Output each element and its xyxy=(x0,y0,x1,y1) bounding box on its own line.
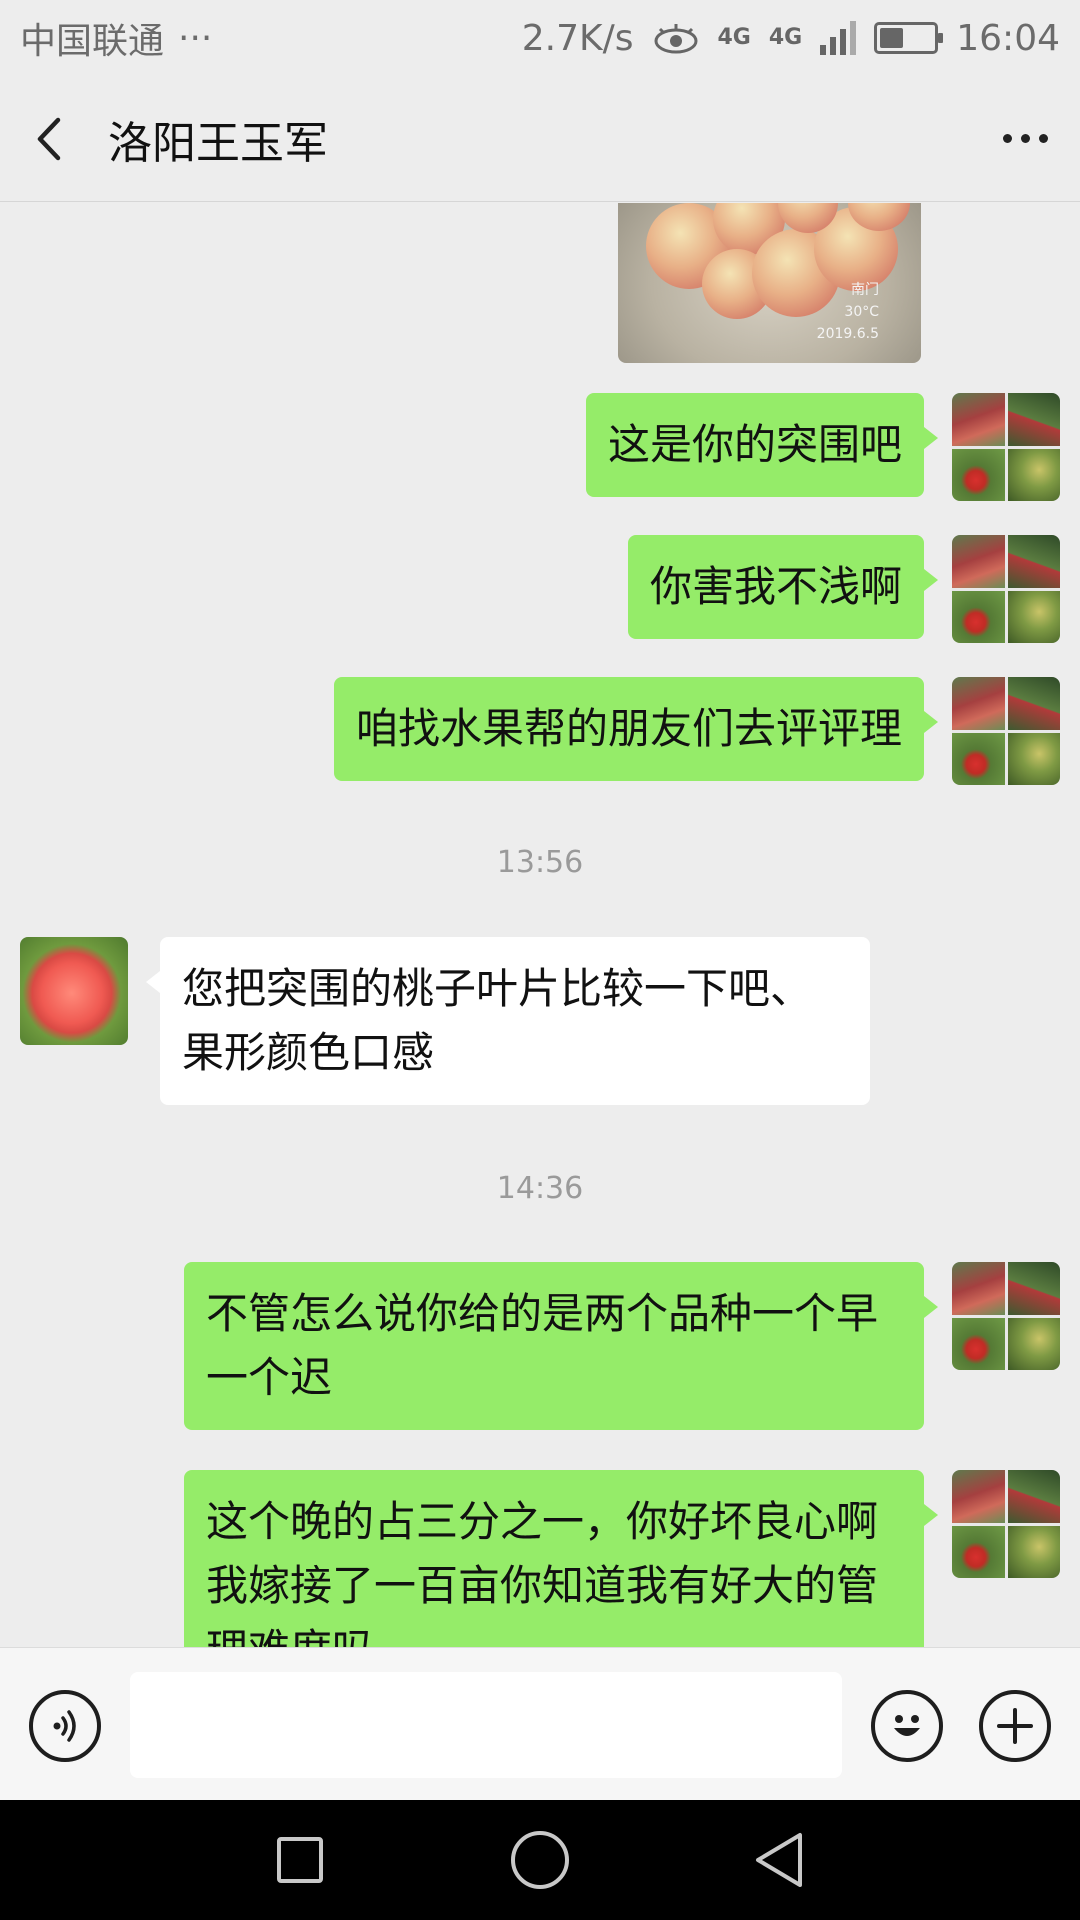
chat-area[interactable]: 南门 30°C 2019.6.5 这是你的突围吧 你害我不浅啊 咱找水果帮的朋友… xyxy=(0,203,1080,1647)
my-avatar[interactable] xyxy=(952,1470,1060,1578)
watermark-place: 南门 xyxy=(851,282,879,298)
message-bubble-sent[interactable]: 你害我不浅啊 xyxy=(627,535,939,639)
system-nav-bar xyxy=(0,1800,1080,1920)
clock: 16:04 xyxy=(956,17,1060,59)
timestamp: 14:36 xyxy=(496,1171,584,1206)
my-avatar[interactable] xyxy=(952,1262,1060,1370)
recent-apps-button[interactable] xyxy=(220,1800,380,1920)
back-button[interactable] xyxy=(0,76,100,202)
network-type: 4G xyxy=(717,25,751,50)
carrier-name: 中国联通 xyxy=(20,21,165,62)
emoji-button[interactable] xyxy=(871,1690,943,1762)
battery-level xyxy=(880,28,904,48)
photo-watermark: 南门 30°C 2019.6.5 xyxy=(817,279,879,345)
back-triangle-icon xyxy=(756,1833,802,1887)
emoji-icon xyxy=(894,1715,920,1736)
more-dot xyxy=(1038,134,1048,143)
home-icon xyxy=(511,1831,569,1889)
net-speed: 2.7K/s xyxy=(521,17,634,59)
battery-icon xyxy=(874,22,944,54)
my-avatar[interactable] xyxy=(952,535,1060,643)
timestamp: 13:56 xyxy=(496,845,584,880)
chevron-left-icon xyxy=(37,117,61,160)
photo-message[interactable]: 南门 30°C 2019.6.5 xyxy=(618,203,921,363)
home-button[interactable] xyxy=(460,1800,620,1920)
message-input[interactable] xyxy=(130,1672,842,1778)
voice-button[interactable] xyxy=(29,1690,101,1762)
status-bar: 中国联通 ··· 2.7K/s 4G 4G 16:04 xyxy=(0,0,1080,76)
watermark-date: 2019.6.5 xyxy=(816,326,879,342)
my-avatar[interactable] xyxy=(952,677,1060,785)
more-dot xyxy=(1020,134,1030,143)
input-bar xyxy=(0,1647,1080,1800)
voice-icon xyxy=(53,1710,76,1742)
plus-icon xyxy=(997,1708,1033,1744)
plus-button[interactable] xyxy=(979,1690,1051,1762)
signal-icon xyxy=(820,21,857,55)
watermark-temp: 30°C xyxy=(844,304,879,320)
more-dot xyxy=(1002,134,1012,143)
recent-apps-icon xyxy=(277,1837,323,1883)
network-type-secondary: 4G xyxy=(768,25,803,50)
message-bubble-sent[interactable]: 这是你的突围吧 xyxy=(585,393,939,497)
status-more-text: ··· xyxy=(178,17,213,59)
chat-header: 洛阳王玉军 xyxy=(0,76,1080,202)
message-bubble-sent[interactable]: 咱找水果帮的朋友们去评评理 xyxy=(333,677,939,781)
eye-icon xyxy=(654,24,697,54)
more-options-button[interactable] xyxy=(970,76,1080,202)
chat-title: 洛阳王玉军 xyxy=(108,117,328,169)
contact-avatar[interactable] xyxy=(20,937,128,1045)
back-nav-button[interactable] xyxy=(700,1800,860,1920)
my-avatar[interactable] xyxy=(952,393,1060,501)
message-bubble-sent[interactable]: 这个晚的占三分之一，你好坏良心啊我嫁接了一百亩你知道我有好大的管理难度吗 xyxy=(184,1470,938,1647)
message-bubble-sent[interactable]: 不管怎么说你给的是两个品种一个早一个迟 xyxy=(184,1262,938,1430)
message-bubble-received[interactable]: 您把突围的桃子叶片比较一下吧、果形颜色口感 xyxy=(146,937,870,1105)
